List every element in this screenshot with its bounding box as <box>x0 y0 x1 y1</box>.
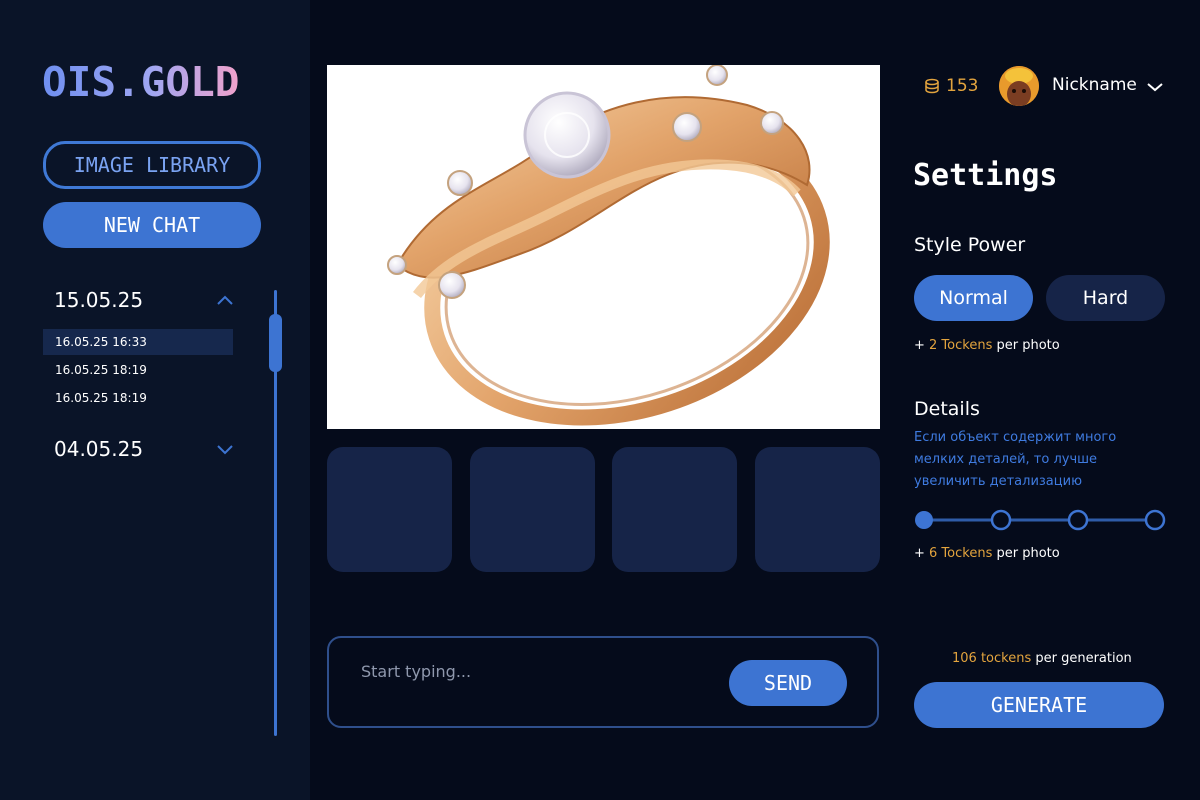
coin-stack-icon <box>925 78 939 94</box>
new-chat-button[interactable]: NEW CHAT <box>43 202 261 248</box>
chevron-up-icon[interactable] <box>216 294 234 306</box>
style-power-cost: + 2 Tockens per photo <box>914 338 1060 353</box>
thumbnail-slot[interactable] <box>612 447 737 572</box>
details-cost: + 6 Tockens per photo <box>914 546 1060 561</box>
avatar[interactable] <box>999 66 1039 106</box>
generation-cost: 106 tockens per generation <box>952 651 1132 666</box>
history-group-header[interactable]: 04.05.25 <box>54 435 234 463</box>
details-description: Если объект содержит много мелких детале… <box>914 430 1117 489</box>
details-slider[interactable] <box>914 509 1166 531</box>
style-normal-button[interactable]: Normal <box>914 275 1033 321</box>
chat-input[interactable] <box>359 658 723 684</box>
generated-image[interactable] <box>327 65 880 429</box>
chevron-down-icon[interactable] <box>1146 82 1164 92</box>
slider-step[interactable] <box>1144 509 1166 531</box>
generate-button[interactable]: GENERATE <box>914 682 1164 728</box>
gold-ring-image <box>387 65 830 426</box>
history-group-date: 04.05.25 <box>54 437 144 461</box>
user-nickname[interactable]: Nickname <box>1052 75 1137 95</box>
slider-step[interactable] <box>915 511 933 529</box>
sidebar: OIS.GOLD IMAGE LIBRARY NEW CHAT 15.05.25… <box>0 0 310 800</box>
thumbnail-slot[interactable] <box>755 447 880 572</box>
slider-step[interactable] <box>1067 509 1089 531</box>
send-button[interactable]: SEND <box>729 660 847 706</box>
history-item[interactable]: 16.05.25 16:33 <box>43 329 233 355</box>
scrollbar-thumb[interactable] <box>269 314 282 372</box>
details-title: Details <box>914 398 980 420</box>
user-avatar-icon <box>999 66 1039 106</box>
coin-count: 153 <box>946 76 979 96</box>
image-library-button[interactable]: IMAGE LIBRARY <box>43 141 261 189</box>
history-group-header[interactable]: 15.05.25 <box>54 286 234 314</box>
history-group-date: 15.05.25 <box>54 288 144 312</box>
chevron-down-icon[interactable] <box>216 443 234 455</box>
history-item[interactable]: 16.05.25 18:19 <box>43 357 233 383</box>
coin-balance: 153 <box>924 76 978 96</box>
style-hard-button[interactable]: Hard <box>1046 275 1165 321</box>
style-power-title: Style Power <box>914 234 1026 256</box>
slider-step[interactable] <box>990 509 1012 531</box>
thumbnail-slot[interactable] <box>327 447 452 572</box>
app-logo: OIS.GOLD <box>42 58 240 106</box>
settings-title: Settings <box>913 158 1058 193</box>
history-item[interactable]: 16.05.25 18:19 <box>43 385 233 411</box>
thumbnail-slot[interactable] <box>470 447 595 572</box>
chat-box: SEND <box>327 636 879 728</box>
